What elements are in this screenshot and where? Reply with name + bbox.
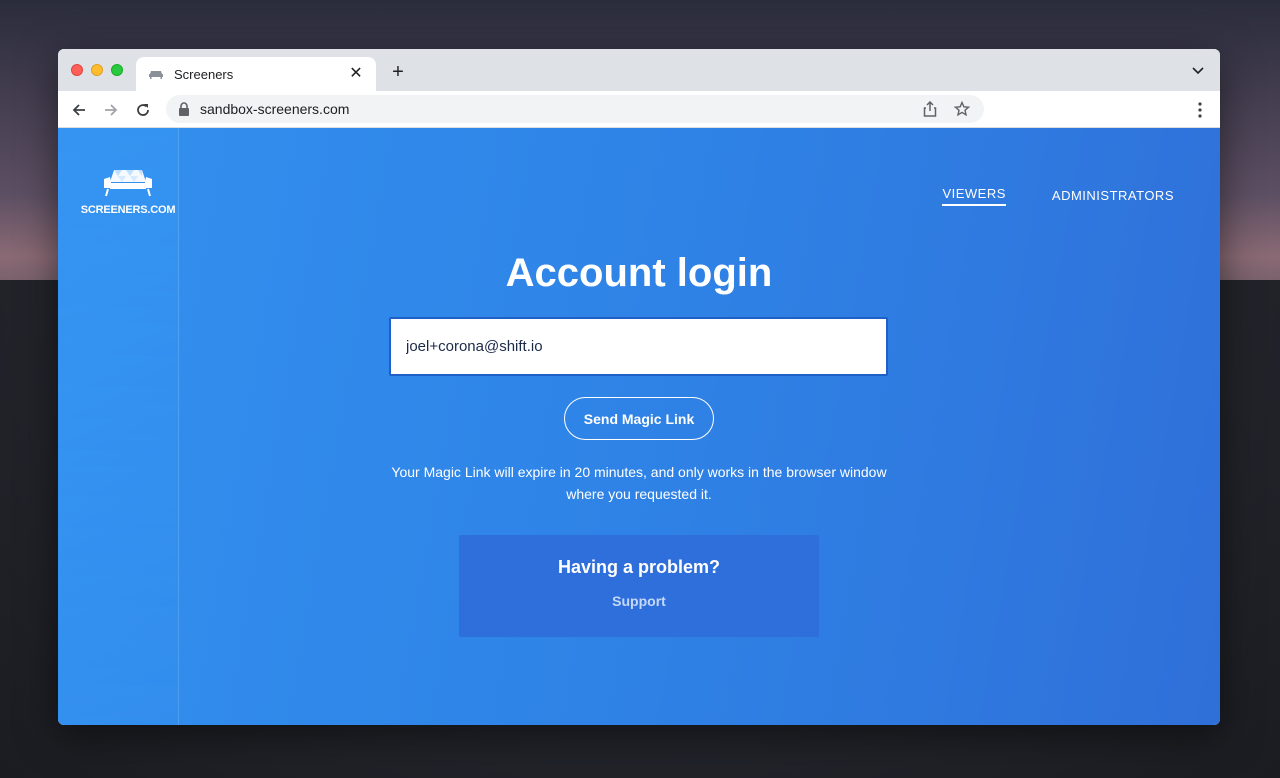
page-content: SCREENERS.COM VIEWERS ADMINISTRATORS Acc…: [58, 128, 1220, 725]
lock-icon[interactable]: [178, 102, 190, 116]
help-title: Having a problem?: [557, 557, 721, 577]
logo-text: SCREENERS.COM: [80, 204, 176, 216]
reload-icon[interactable]: [131, 98, 155, 122]
support-link[interactable]: Support: [612, 593, 666, 609]
forward-arrow-icon[interactable]: [99, 98, 123, 122]
new-tab-button[interactable]: +: [388, 60, 408, 84]
close-window-button[interactable]: [71, 64, 83, 76]
nav-administrators[interactable]: ADMINISTRATORS: [1052, 188, 1174, 206]
help-box: Having a problem? Support: [459, 535, 819, 637]
tab-screeners[interactable]: Screeners ✕: [136, 57, 376, 91]
back-arrow-icon[interactable]: [67, 98, 91, 122]
send-magic-link-button[interactable]: Send Magic Link: [564, 397, 714, 440]
url-text[interactable]: sandbox-screeners.com: [200, 101, 908, 117]
tab-bar: Screeners ✕ +: [58, 49, 1220, 91]
top-navigation: VIEWERS ADMINISTRATORS: [942, 186, 1174, 206]
more-options-icon[interactable]: [1192, 101, 1208, 119]
chevron-down-icon[interactable]: [1190, 62, 1206, 78]
nav-viewers[interactable]: VIEWERS: [942, 186, 1006, 206]
minimize-window-button[interactable]: [91, 64, 103, 76]
email-field[interactable]: [389, 317, 888, 376]
sofa-logo-icon: [104, 170, 152, 197]
tab-title: Screeners: [174, 66, 234, 82]
address-bar[interactable]: sandbox-screeners.com: [166, 95, 984, 123]
share-icon[interactable]: [920, 99, 940, 119]
magic-link-note: Your Magic Link will expire in 20 minute…: [391, 464, 887, 502]
close-tab-icon[interactable]: ✕: [348, 66, 364, 82]
browser-window: Screeners ✕ + sandbox-screeners.com SCRE…: [58, 49, 1220, 725]
sidebar: SCREENERS.COM: [58, 128, 179, 725]
page-title: Account login: [505, 251, 773, 295]
browser-toolbar: sandbox-screeners.com: [58, 91, 1220, 128]
sofa-favicon-icon: [148, 68, 164, 80]
maximize-window-button[interactable]: [111, 64, 123, 76]
site-logo[interactable]: SCREENERS.COM: [78, 166, 178, 216]
bookmark-star-icon[interactable]: [952, 99, 972, 119]
